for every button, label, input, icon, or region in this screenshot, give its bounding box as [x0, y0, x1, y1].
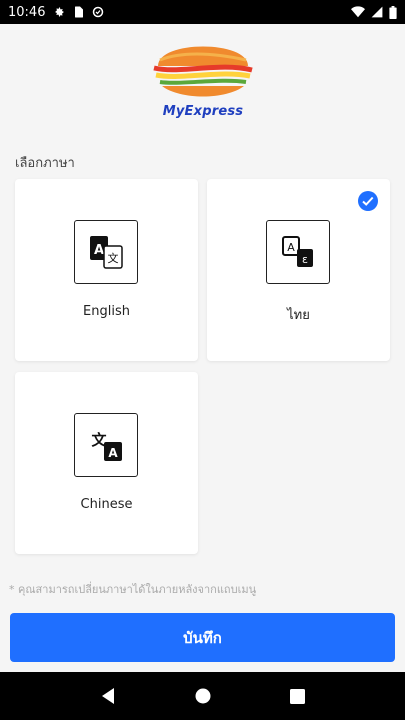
svg-text:文: 文: [108, 251, 119, 265]
svg-text:A: A: [94, 243, 104, 258]
language-name: English: [83, 304, 130, 319]
section-label: เลือกภาษา: [15, 156, 75, 171]
sd-card-icon: [73, 6, 84, 18]
brand-name: MyExpress: [162, 104, 244, 119]
gear-icon: [53, 6, 65, 18]
status-bar: 10:46: [0, 0, 405, 24]
language-name: Chinese: [80, 497, 133, 512]
sync-icon: [92, 6, 104, 18]
check-circle-icon: [358, 191, 378, 211]
home-icon[interactable]: [195, 688, 211, 704]
language-card-thai[interactable]: A ε ไทย: [207, 179, 390, 361]
save-button[interactable]: บันทึก: [10, 613, 395, 662]
translate-chinese-icon: 文 A: [74, 413, 138, 477]
battery-icon: [389, 5, 397, 19]
app-logo: MyExpress: [150, 30, 256, 122]
svg-text:ε: ε: [302, 253, 308, 266]
translate-a-icon: A 文: [74, 220, 138, 284]
back-icon[interactable]: [100, 687, 116, 705]
signal-icon: [371, 6, 383, 18]
translate-thai-icon: A ε: [266, 220, 330, 284]
recents-icon[interactable]: [290, 688, 306, 704]
hint-note: * คุณสามารถเปลี่ยนภาษาได้ในภายหลังจากแถบ…: [9, 583, 257, 596]
language-card-chinese[interactable]: 文 A Chinese: [15, 372, 198, 554]
wifi-icon: [351, 6, 365, 18]
language-name: ไทย: [287, 308, 310, 323]
status-time: 10:46: [8, 4, 46, 20]
svg-text:A: A: [287, 241, 295, 254]
language-card-english[interactable]: A 文 English: [15, 179, 198, 361]
navigation-bar: [0, 672, 405, 720]
svg-text:A: A: [108, 446, 118, 460]
